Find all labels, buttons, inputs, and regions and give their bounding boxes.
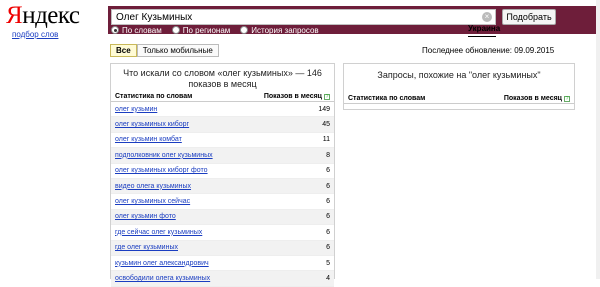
table-row: олег кузьминых сейчас 6	[111, 194, 334, 210]
right-col-shows: Показов в месяц	[503, 95, 562, 102]
left-panel-title: Что искали со словом «олег кузьминых» — …	[123, 68, 322, 89]
radio-dot	[171, 26, 180, 34]
left-table-body: олег кузьмин 149 олег кузьминых киборг 45 ол…	[111, 102, 334, 287]
keyword-link[interactable]: олег кузьмин	[115, 106, 157, 113]
left-col-shows: Показов в месяц	[263, 93, 322, 100]
left-col-words: Статистика по словам	[115, 93, 193, 100]
shows-count: 6	[326, 182, 330, 190]
table-row: где сейчас олег кузьминых 6	[111, 225, 334, 241]
tab-all[interactable]: Все	[110, 44, 137, 57]
vertical-scrollbar[interactable]	[596, 0, 600, 279]
last-updated-text: Последнее обновление: 09.09.2015	[422, 46, 555, 55]
help-icon[interactable]: ?	[324, 93, 330, 100]
shows-count: 4	[326, 274, 330, 282]
shows-count: 6	[326, 228, 330, 236]
shows-count: 8	[326, 151, 330, 159]
table-row: видео олега кузьминых 6	[111, 178, 334, 195]
shows-count: 6	[326, 213, 330, 221]
right-table-header: Статистика по словам Показов в месяц?	[344, 94, 574, 104]
keyword-link[interactable]: подполковник олег кузьминых	[115, 152, 213, 159]
radio-history[interactable]: История запросов	[240, 24, 319, 36]
keyword-link[interactable]: олег кузьминых киборг	[115, 121, 189, 128]
table-row: подполковник олег кузьминых 8	[111, 148, 334, 164]
radio-by-words[interactable]: По словам	[111, 24, 162, 36]
submit-button[interactable]: Подобрать	[502, 9, 556, 25]
table-row: кузьмин олег александрович 5	[111, 256, 334, 272]
search-input[interactable]: Олег Кузьминых ×	[111, 9, 496, 25]
right-results-panel: Запросы, похожие на "олег кузьминых" Ста…	[343, 63, 575, 110]
keyword-link[interactable]: где олег кузьминых	[115, 244, 178, 251]
device-tabs: Все Только мобильные	[110, 44, 219, 57]
keyword-link[interactable]: освободили олега кузьминых	[115, 275, 210, 282]
shows-count: 5	[326, 259, 330, 267]
word-selection-link[interactable]: подбор слов	[12, 30, 58, 39]
search-input-value: Олег Кузьминых	[116, 12, 193, 23]
table-row: олег кузьмин 149	[111, 102, 334, 118]
region-underline	[468, 36, 496, 37]
shows-count: 45	[322, 121, 330, 129]
left-table-header: Статистика по словам Показов в месяц?	[111, 92, 334, 102]
table-row: олег кузьминых киборг 45	[111, 117, 334, 133]
shows-count: 11	[322, 136, 330, 144]
table-row: где олег кузьминых 6	[111, 240, 334, 256]
keyword-link[interactable]: видео олега кузьминых	[115, 183, 191, 190]
region-link[interactable]: Украина	[468, 24, 500, 33]
help-icon[interactable]: ?	[564, 95, 570, 102]
right-col-words: Статистика по словам	[348, 95, 426, 102]
keyword-link[interactable]: кузьмин олег александрович	[115, 260, 209, 267]
table-row: олег кузьмин фото 6	[111, 209, 334, 226]
shows-count: 6	[326, 167, 330, 175]
yandex-logo[interactable]: Яндекс	[6, 2, 80, 30]
keyword-link[interactable]: олег кузьмин фото	[115, 213, 176, 220]
keyword-link[interactable]: где сейчас олег кузьминых	[115, 229, 202, 236]
right-panel-title: Запросы, похожие на "олег кузьминых"	[377, 70, 541, 80]
tab-mobile-only[interactable]: Только мобильные	[136, 44, 219, 57]
radio-by-regions[interactable]: По регионам	[171, 24, 230, 36]
keyword-link[interactable]: олег кузьмин комбат	[115, 136, 182, 143]
shows-count: 6	[326, 198, 330, 206]
keyword-link[interactable]: олег кузьминых киборг фото	[115, 167, 208, 174]
clear-icon[interactable]: ×	[482, 12, 492, 22]
shows-count: 149	[318, 105, 330, 113]
table-row: олег кузьмин комбат 11	[111, 133, 334, 149]
shows-count: 6	[326, 244, 330, 252]
table-row: олег кузьминых киборг фото 6	[111, 164, 334, 179]
left-results-panel: Что искали со словом «олег кузьминых» — …	[110, 63, 335, 287]
keyword-link[interactable]: олег кузьминых сейчас	[115, 198, 190, 205]
radio-dot	[111, 26, 119, 34]
search-mode-radios: По словам По регионам История запросов	[111, 24, 319, 36]
radio-dot	[240, 26, 249, 34]
